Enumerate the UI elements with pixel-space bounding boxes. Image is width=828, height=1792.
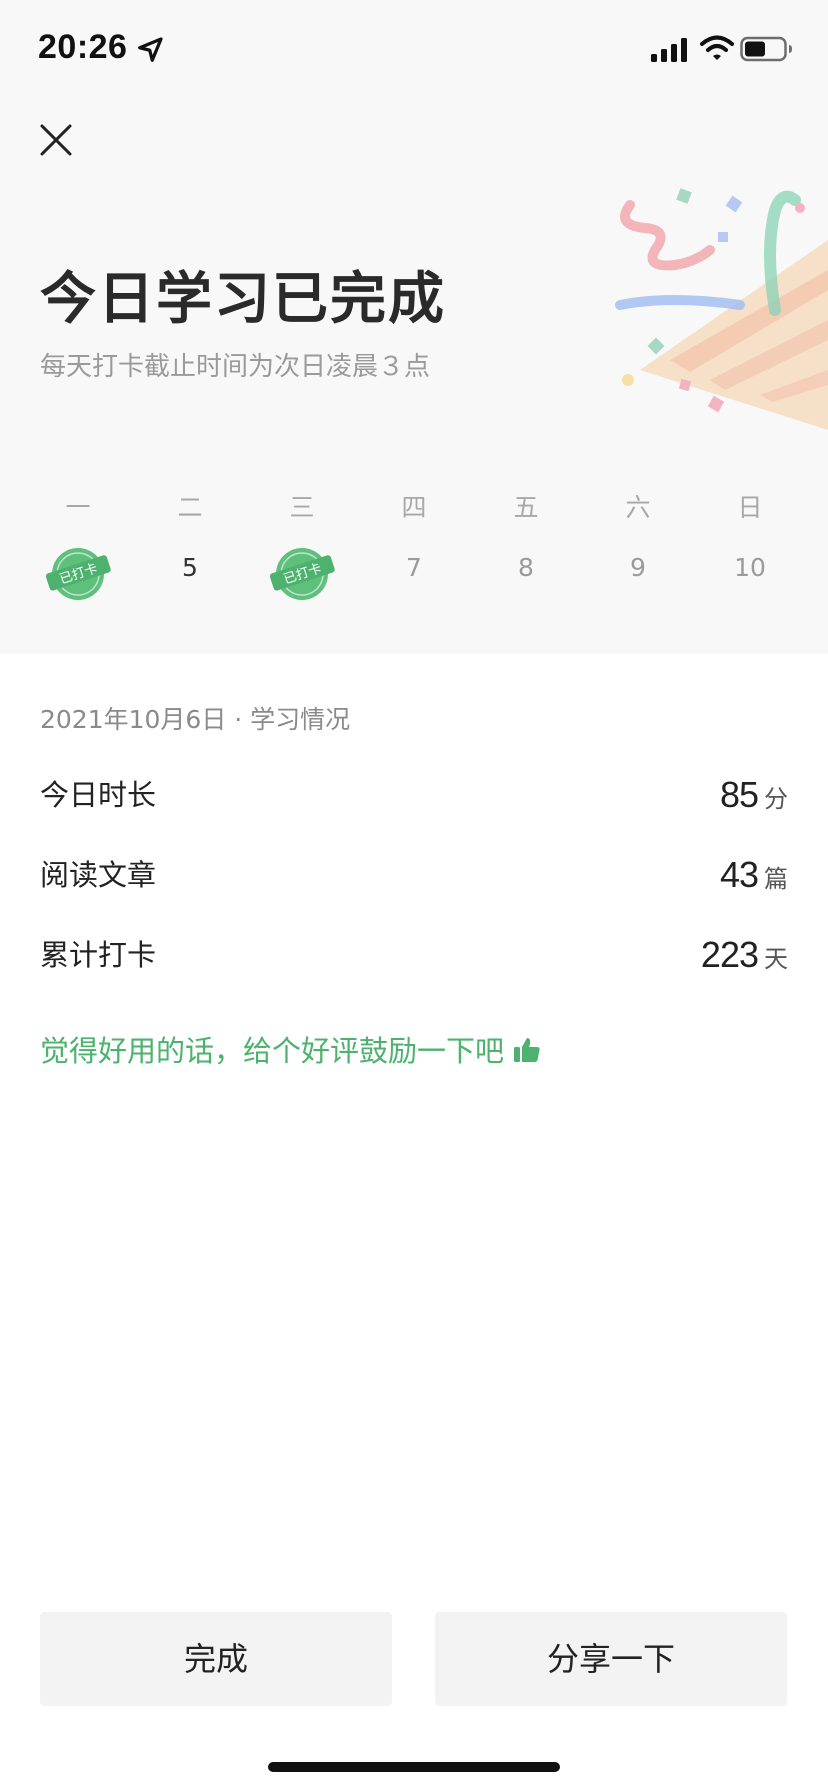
stat-number: 223 xyxy=(700,934,759,975)
day-date: 7 xyxy=(406,553,422,582)
checked-in-stamp-icon: 已打卡 xyxy=(45,548,111,600)
stat-row-total-checkins: 累计打卡 223 天 xyxy=(40,930,788,980)
weekday-label: 六 xyxy=(625,493,651,522)
day-sunday: 日 10 xyxy=(694,480,806,620)
page-title: 今日学习已完成 xyxy=(40,267,446,332)
share-button[interactable]: 分享一下 xyxy=(435,1612,787,1706)
stat-unit: 天 xyxy=(764,945,788,973)
stat-unit: 分 xyxy=(764,785,788,813)
stat-label: 今日时长 xyxy=(40,778,157,812)
stat-value: 85 分 xyxy=(720,770,788,827)
stat-label: 累计打卡 xyxy=(40,938,157,972)
wifi-icon xyxy=(700,35,734,60)
day-date: 10 xyxy=(734,553,766,582)
stat-value: 223 天 xyxy=(701,930,788,987)
day-friday: 五 8 xyxy=(470,480,582,620)
day-wednesday: 三 已打卡 xyxy=(246,480,358,620)
stat-row-today-duration: 今日时长 85 分 xyxy=(40,770,788,820)
stat-unit: 篇 xyxy=(764,865,788,893)
status-time: 20:26 xyxy=(38,28,128,66)
day-tuesday: 二 5 xyxy=(134,480,246,620)
study-summary-title: 2021年10月6日 · 学习情况 xyxy=(40,705,351,734)
thumbs-up-icon xyxy=(514,1038,540,1062)
weekday-label: 五 xyxy=(513,493,539,522)
location-arrow-icon xyxy=(138,37,163,62)
checkin-complete-screen: 20:26 今日学习已完成 每天打卡截止时间为次日凌晨３点 一 已打卡 二 5 … xyxy=(0,0,828,1792)
day-monday: 一 已打卡 xyxy=(22,480,134,620)
cellular-signal-icon xyxy=(651,38,687,62)
weekday-label: 日 xyxy=(737,493,763,522)
weekday-label: 二 xyxy=(177,493,203,522)
close-icon[interactable] xyxy=(38,122,74,158)
done-button[interactable]: 完成 xyxy=(40,1612,392,1706)
stat-row-articles-read: 阅读文章 43 篇 xyxy=(40,850,788,900)
rate-app-link[interactable]: 觉得好用的话，给个好评鼓励一下吧 xyxy=(40,1028,542,1070)
party-popper-illustration xyxy=(615,188,828,430)
day-date: 8 xyxy=(518,553,534,582)
battery-icon xyxy=(740,36,792,62)
checkin-deadline-note: 每天打卡截止时间为次日凌晨３点 xyxy=(40,352,431,382)
weekday-label: 一 xyxy=(65,493,91,522)
stat-label: 阅读文章 xyxy=(40,858,157,892)
home-indicator[interactable] xyxy=(268,1762,560,1772)
stat-value: 43 篇 xyxy=(720,850,788,907)
day-saturday: 六 9 xyxy=(582,480,694,620)
weekday-label: 三 xyxy=(289,493,315,522)
checked-in-stamp-icon: 已打卡 xyxy=(269,548,335,600)
stat-number: 85 xyxy=(719,774,759,815)
stat-number: 43 xyxy=(719,854,759,895)
week-checkin-calendar: 一 已打卡 二 5 三 已打卡 四 7 五 8 六 9 日 10 xyxy=(0,480,828,620)
weekday-label: 四 xyxy=(401,493,427,522)
day-date: 5 xyxy=(182,553,198,582)
status-bar: 20:26 xyxy=(0,0,828,100)
rate-app-text: 觉得好用的话，给个好评鼓励一下吧 xyxy=(40,1034,505,1068)
day-thursday: 四 7 xyxy=(358,480,470,620)
day-date: 9 xyxy=(630,553,646,582)
